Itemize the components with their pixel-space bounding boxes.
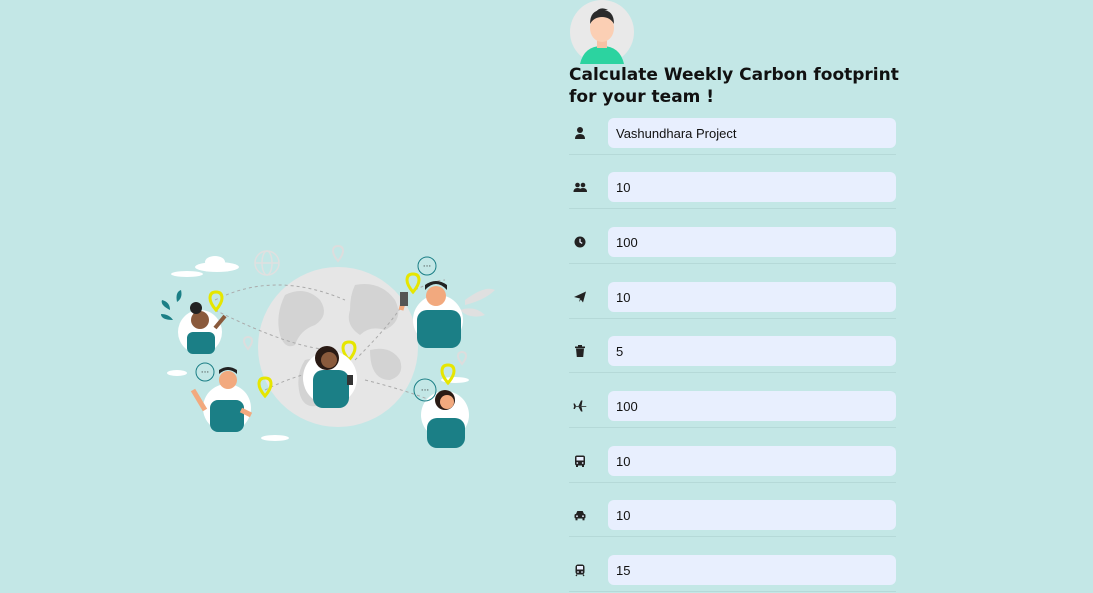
- team-size-row: [569, 172, 896, 209]
- clock-icon: [574, 236, 586, 248]
- team-globe-illustration: ··· ··· ···: [161, 244, 495, 448]
- team-size-input[interactable]: [608, 172, 896, 202]
- svg-text:···: ···: [201, 368, 210, 378]
- user-icon: [575, 127, 585, 139]
- user-avatar-icon: [570, 0, 634, 64]
- page: ··· ··· ··· Calculate Weekly Carbon foot…: [0, 0, 1093, 593]
- trash-icon: [575, 345, 585, 357]
- bus-icon: [575, 455, 585, 467]
- car-row: [569, 500, 896, 537]
- waste-row: [569, 336, 896, 373]
- svg-text:···: ···: [423, 262, 432, 272]
- paper-plane-icon: [574, 291, 586, 303]
- speech-bubble-icon: ···: [195, 362, 215, 382]
- project-name-row: [569, 118, 896, 155]
- hours-input[interactable]: [608, 227, 896, 257]
- plane-icon: [573, 400, 587, 412]
- emails-row: [569, 282, 896, 319]
- hours-row: [569, 227, 896, 264]
- users-icon: [573, 182, 587, 192]
- project-name-input[interactable]: [608, 118, 896, 148]
- flights-row: [569, 391, 896, 428]
- waste-input[interactable]: [608, 336, 896, 366]
- car-icon: [574, 511, 586, 521]
- bus-input[interactable]: [608, 446, 896, 476]
- bus-row: [569, 446, 896, 483]
- leaf-decoration: [460, 288, 495, 317]
- form-title: Calculate Weekly Carbon footprint for yo…: [569, 65, 899, 107]
- train-icon: [575, 564, 585, 577]
- train-row: [569, 555, 896, 592]
- car-input[interactable]: [608, 500, 896, 530]
- speech-bubble-icon: ···: [417, 256, 437, 276]
- person-avatar: [421, 390, 469, 448]
- plant-decoration: [161, 290, 182, 320]
- flights-input[interactable]: [608, 391, 896, 421]
- svg-text:···: ···: [421, 386, 430, 396]
- globe-icon: [254, 250, 280, 276]
- train-input[interactable]: [608, 555, 896, 585]
- emails-input[interactable]: [608, 282, 896, 312]
